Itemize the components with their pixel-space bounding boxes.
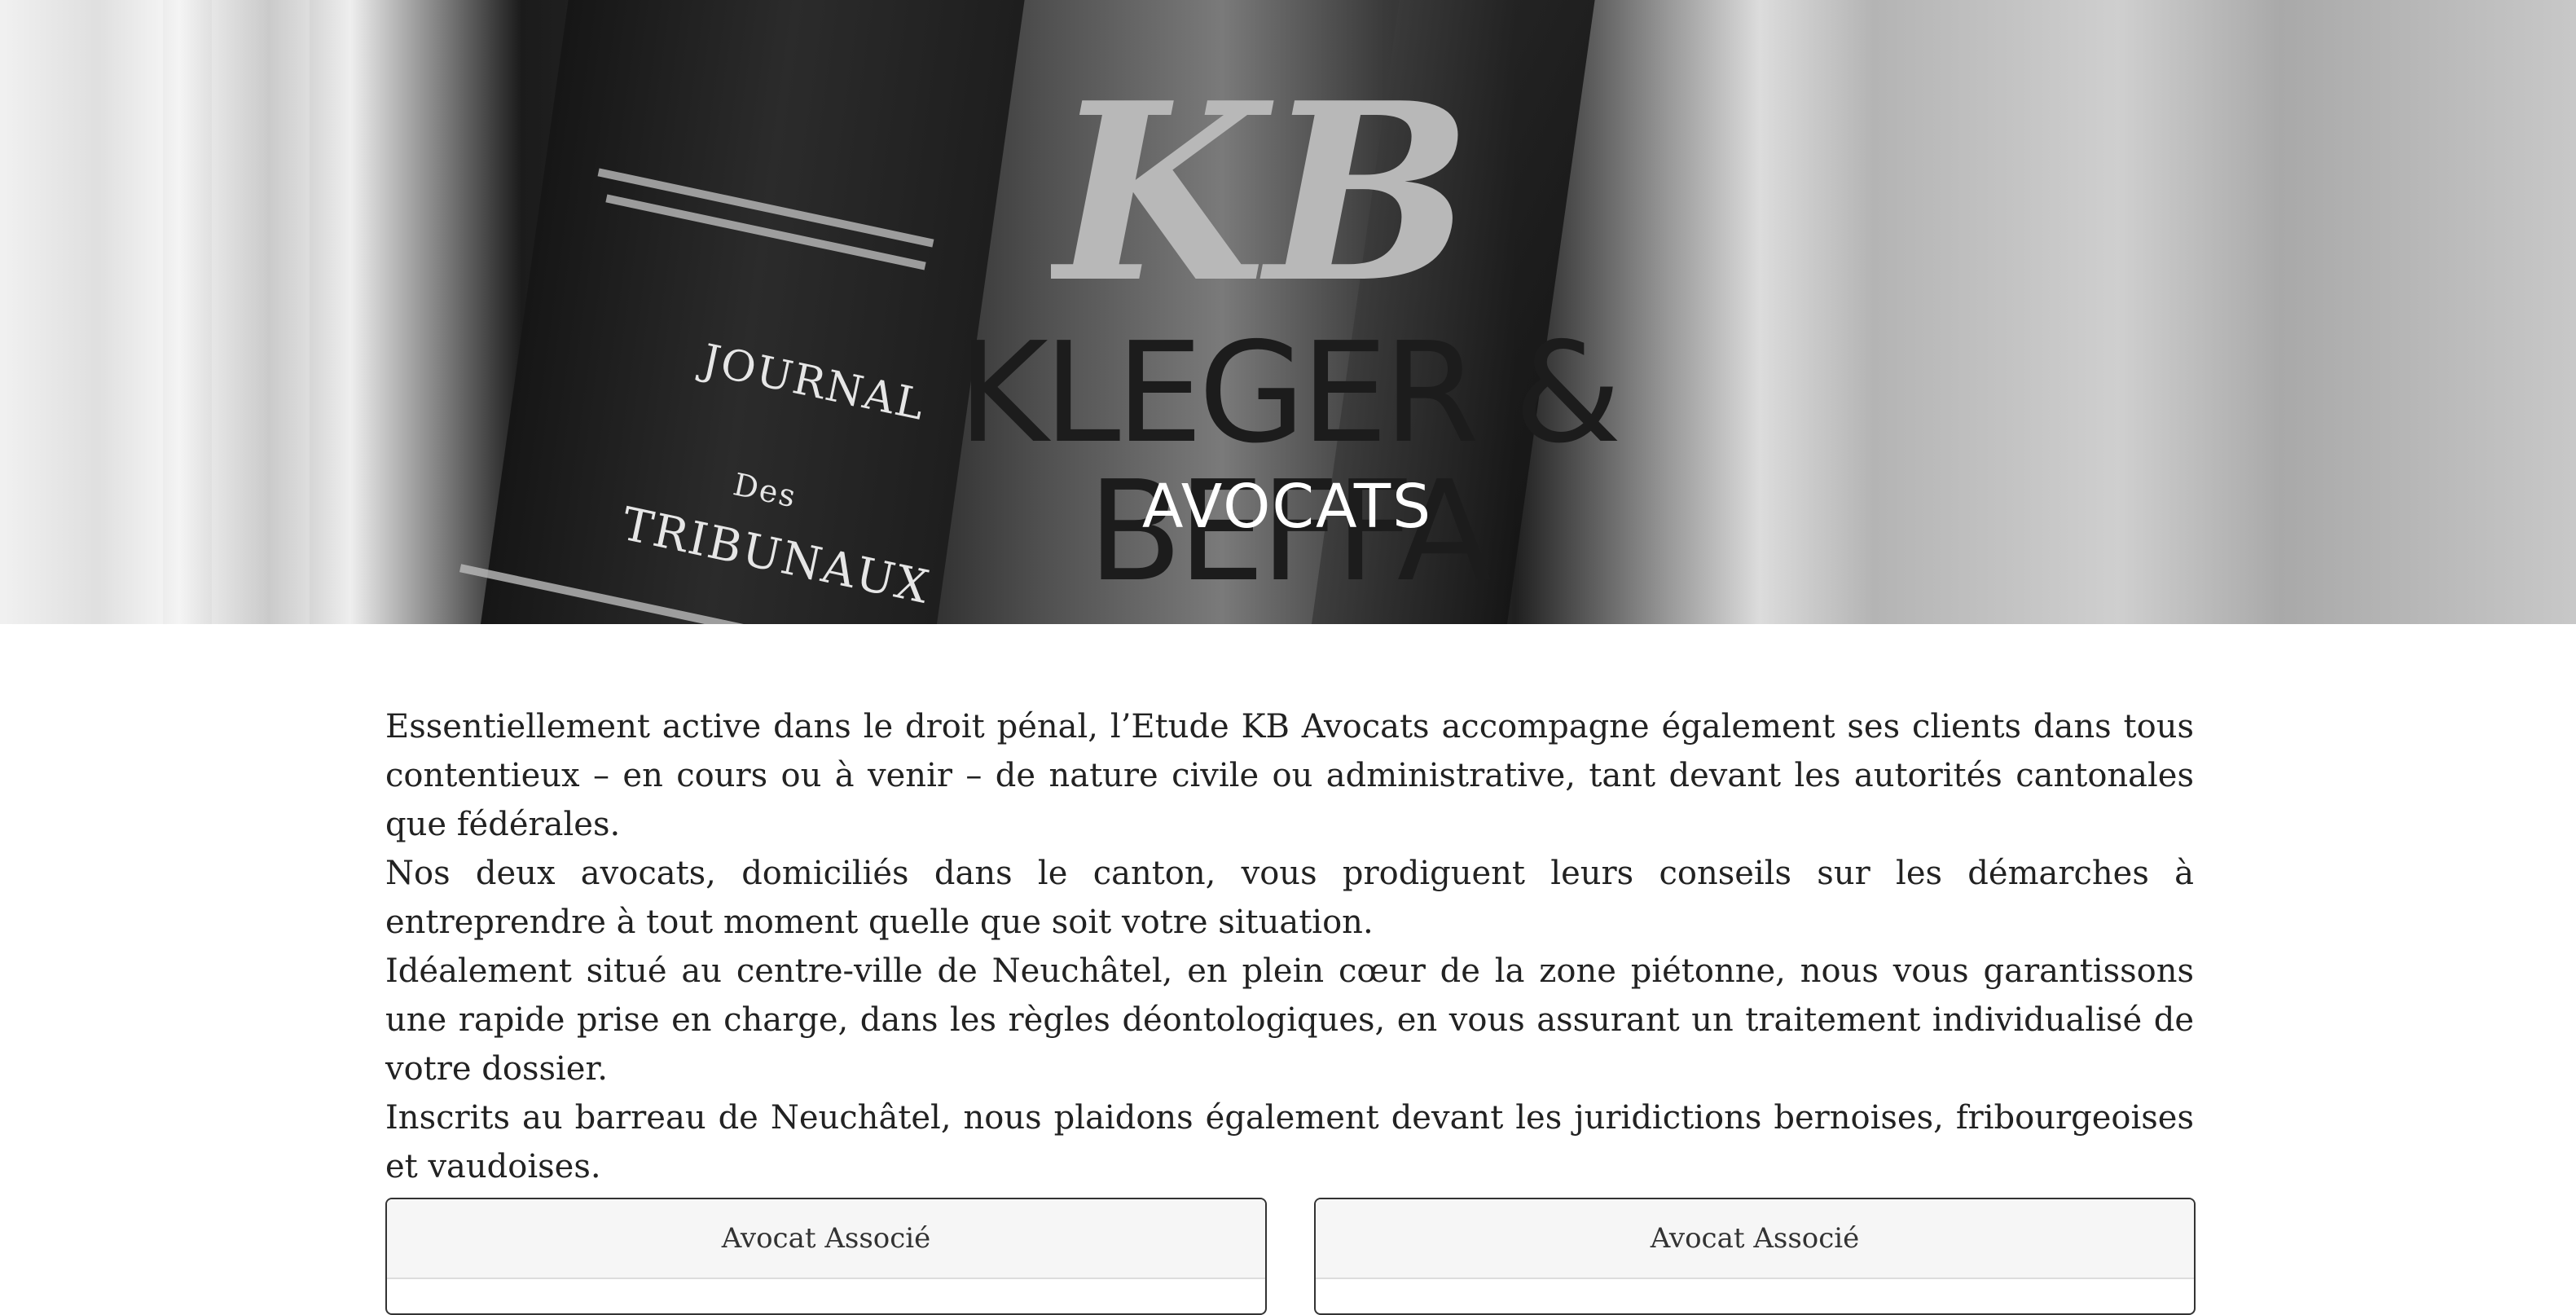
firm-name: KLEGER & BEFFA [957,313,1621,613]
hero-bg-light-strip [212,0,310,624]
intro-paragraph: Inscrits au barreau de Neuchâtel, nous p… [385,1099,2194,1185]
intro-paragraph: Essentiellement active dans le droit pén… [385,708,2194,843]
intro-paragraph: Nos deux avocats, domiciliés dans le can… [385,855,2194,941]
lawyer-card-2-title: Avocat Associé [1316,1199,2194,1279]
kb-monogram-glyphs: KB [1051,75,1472,319]
intro-paragraph: Idéalement situé au centre-ville de Neuc… [385,952,2194,1088]
lawyer-card-1: Avocat Associé [385,1198,1267,1315]
hero-banner: JOURNAL Des TRIBUNAUX KB KLEGER & BEFFA … [0,0,2576,624]
intro-text: Essentiellement active dans le droit pén… [385,702,2194,1191]
lawyer-card-2: Avocat Associé [1314,1198,2196,1315]
hero-bg-light-strip [0,0,163,624]
lawyer-card-1-title: Avocat Associé [387,1199,1265,1279]
kb-monogram-logo: KB [1051,75,1472,319]
firm-subtitle: AVOCATS [1141,472,1433,542]
